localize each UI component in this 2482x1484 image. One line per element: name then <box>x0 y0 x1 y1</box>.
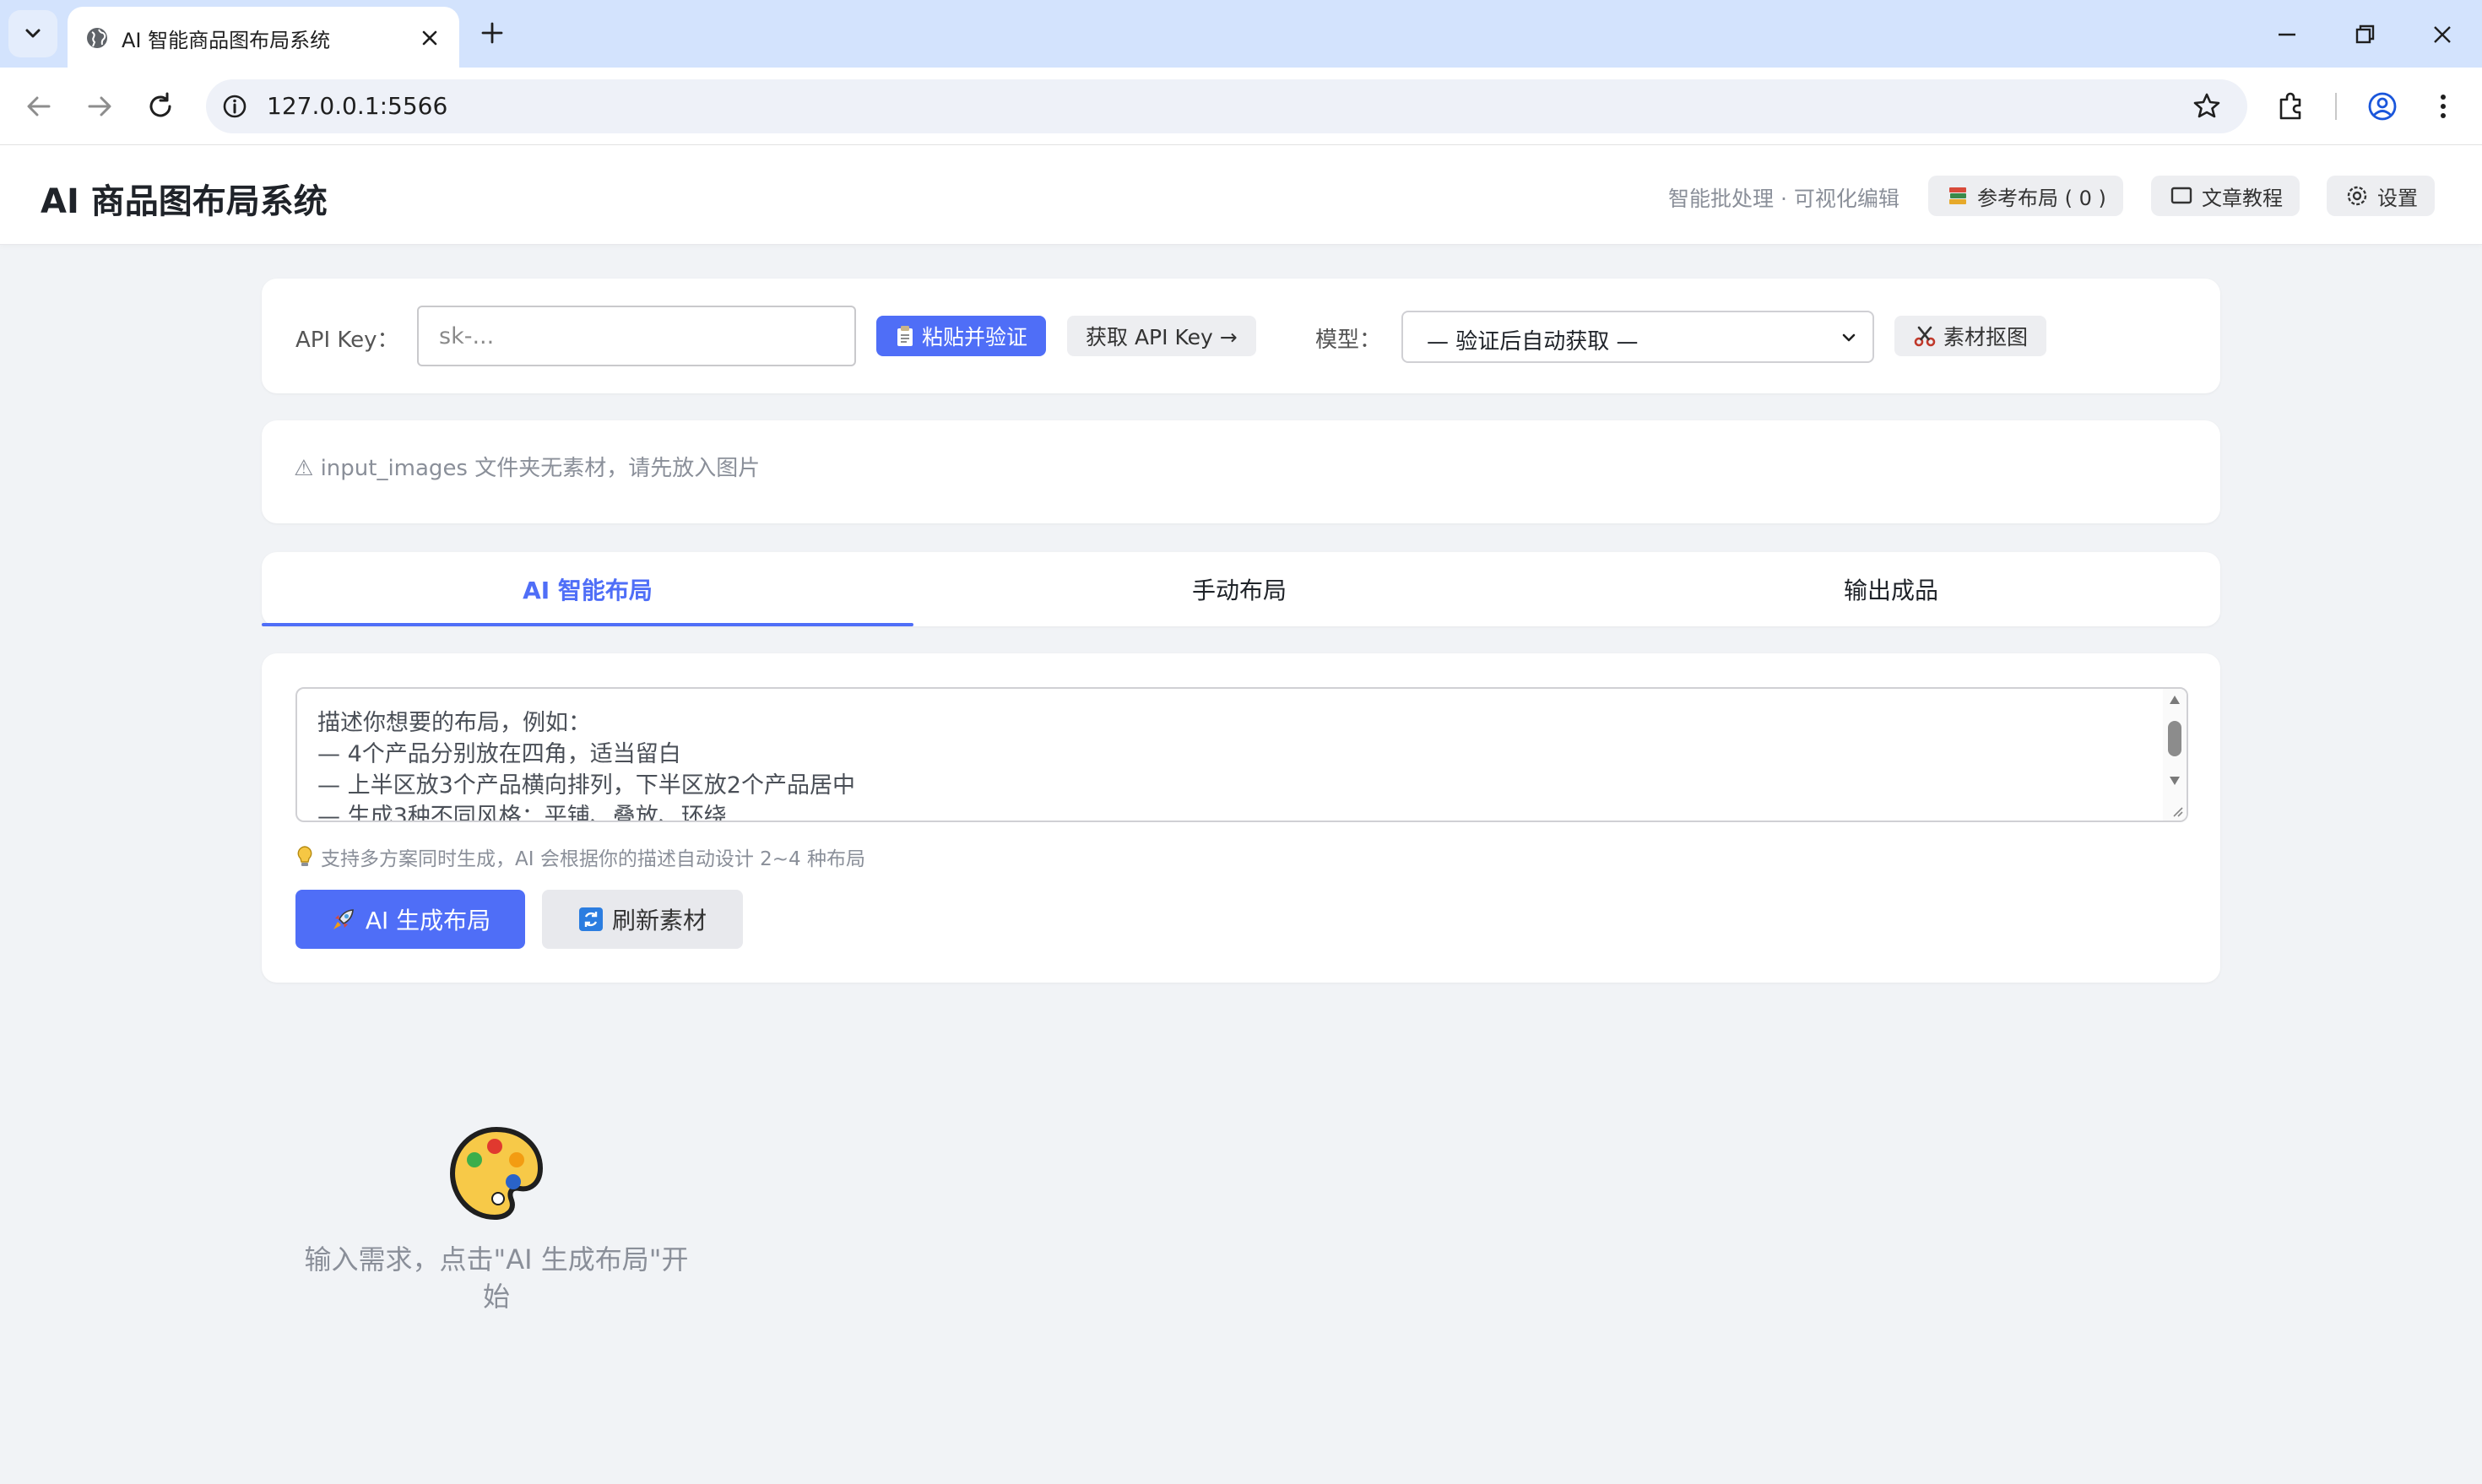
textarea-scrollbar[interactable] <box>2163 689 2187 821</box>
ai-generate-label: AI 生成布局 <box>365 907 491 934</box>
gear-icon <box>2347 186 2367 206</box>
palette-icon <box>449 1126 544 1221</box>
close-window-icon[interactable] <box>2428 20 2457 49</box>
layout-prompt-textarea[interactable]: 描述你想要的布局，例如： — 4个产品分别放在四角，适当留白 — 上半区放3个产… <box>295 687 2188 822</box>
rocket-icon <box>333 909 354 929</box>
notice-card: ⚠ input_images 文件夹无素材，请先放入图片 <box>262 420 2220 523</box>
tab-ai-layout[interactable]: AI 智能布局 <box>262 552 913 626</box>
model-select-value: — 验证后自动获取 — <box>1427 329 1639 355</box>
ai-layout-panel: 描述你想要的布局，例如： — 4个产品分别放在四角，适当留白 — 上半区放3个产… <box>262 653 2220 983</box>
scroll-down-arrow[interactable] <box>2170 777 2180 785</box>
page: AI 商品图布局系统 智能批处理 · 可视化编辑 参考布局 ( 0 ) 文章教程… <box>0 145 2482 1484</box>
back-icon[interactable] <box>22 89 56 123</box>
cutout-label: 素材抠图 <box>1943 325 2029 349</box>
main-tabs: AI 智能布局 手动布局 输出成品 <box>262 552 2220 626</box>
minimize-icon[interactable] <box>2273 20 2301 49</box>
no-materials-notice: ⚠ input_images 文件夹无素材，请先放入图片 <box>294 456 761 481</box>
model-select[interactable]: — 验证后自动获取 — <box>1401 311 1874 363</box>
tab-title: AI 智能商品图布局系统 <box>122 29 331 52</box>
refresh-materials-button[interactable]: 刷新素材 <box>542 890 743 949</box>
refresh-icon <box>578 907 603 931</box>
reference-layout-button[interactable]: 参考布局 ( 0 ) <box>1928 176 2123 216</box>
profile-icon[interactable] <box>2364 88 2401 125</box>
browser-tab-strip: AI 智能商品图布局系统 <box>0 0 2482 68</box>
active-tab-indicator <box>262 623 913 626</box>
tutorial-button[interactable]: 文章教程 <box>2151 176 2300 216</box>
model-label: 模型： <box>1315 328 1382 353</box>
book-icon <box>2170 187 2192 204</box>
scroll-up-arrow[interactable] <box>2170 696 2180 704</box>
app-header: AI 商品图布局系统 智能批处理 · 可视化编辑 参考布局 ( 0 ) 文章教程… <box>0 145 2482 245</box>
extensions-icon[interactable] <box>2273 88 2310 125</box>
reload-icon[interactable] <box>144 89 177 123</box>
scroll-thumb[interactable] <box>2168 721 2181 756</box>
refresh-materials-label: 刷新素材 <box>611 907 707 934</box>
browser-tab-active[interactable]: AI 智能商品图布局系统 <box>68 7 459 68</box>
chevron-down-icon <box>1842 333 1856 342</box>
lightbulb-icon <box>297 846 312 866</box>
generation-hint: 支持多方案同时生成，AI 会根据你的描述自动设计 2~4 种布局 <box>295 842 865 871</box>
tab-search-button[interactable] <box>8 10 57 57</box>
layout-prompt-placeholder: 描述你想要的布局，例如： — 4个产品分别放在四角，适当留白 — 上半区放3个产… <box>317 710 855 822</box>
clipboard-icon <box>897 326 913 346</box>
tab-manual-layout[interactable]: 手动布局 <box>913 552 1565 626</box>
forward-icon[interactable] <box>83 89 117 123</box>
browser-toolbar: 127.0.0.1:5566 <box>0 68 2482 145</box>
chevron-down-icon <box>25 29 41 38</box>
info-icon[interactable] <box>218 89 252 123</box>
get-api-key-button[interactable]: 获取 API Key → <box>1067 316 1256 356</box>
paste-verify-button[interactable]: 粘贴并验证 <box>876 316 1047 356</box>
tutorial-label: 文章教程 <box>2202 186 2283 210</box>
globe-icon <box>87 28 107 48</box>
address-bar[interactable]: 127.0.0.1:5566 <box>206 79 2247 133</box>
api-key-label: API Key： <box>295 328 399 353</box>
get-api-key-label: 获取 API Key → <box>1086 325 1238 349</box>
tab-output[interactable]: 输出成品 <box>1565 552 2217 626</box>
star-icon[interactable] <box>2190 89 2224 123</box>
toolbar-separator <box>2335 93 2337 120</box>
generation-hint-text: 支持多方案同时生成，AI 会根据你的描述自动设计 2~4 种布局 <box>321 848 865 870</box>
api-key-card: API Key： 粘贴并验证 获取 API Key → 模型： — 验证后自动获… <box>262 279 2220 393</box>
close-icon[interactable] <box>417 25 442 51</box>
url-text[interactable]: 127.0.0.1:5566 <box>267 92 447 120</box>
app-title: AI 商品图布局系统 <box>41 182 328 221</box>
header-tagline: 智能批处理 · 可视化编辑 <box>1668 187 1899 211</box>
resize-handle-icon[interactable] <box>2170 804 2183 817</box>
empty-state: 输入需求，点击"AI 生成布局"开始 <box>292 1124 701 1315</box>
restore-icon[interactable] <box>2350 20 2379 49</box>
cutout-button[interactable]: 素材抠图 <box>1894 316 2047 356</box>
paste-verify-label: 粘贴并验证 <box>922 325 1028 349</box>
api-key-input[interactable] <box>417 306 856 366</box>
plus-icon[interactable] <box>478 19 507 47</box>
empty-state-text: 输入需求，点击"AI 生成布局"开始 <box>304 1243 689 1313</box>
reference-layout-label: 参考布局 ( 0 ) <box>1977 186 2106 210</box>
settings-label: 设置 <box>2377 186 2418 210</box>
ai-generate-button[interactable]: AI 生成布局 <box>295 890 525 949</box>
settings-button[interactable]: 设置 <box>2327 176 2435 216</box>
scissors-icon <box>1914 326 1936 347</box>
more-icon[interactable] <box>2425 88 2462 125</box>
book-stack-icon <box>1949 187 1966 204</box>
